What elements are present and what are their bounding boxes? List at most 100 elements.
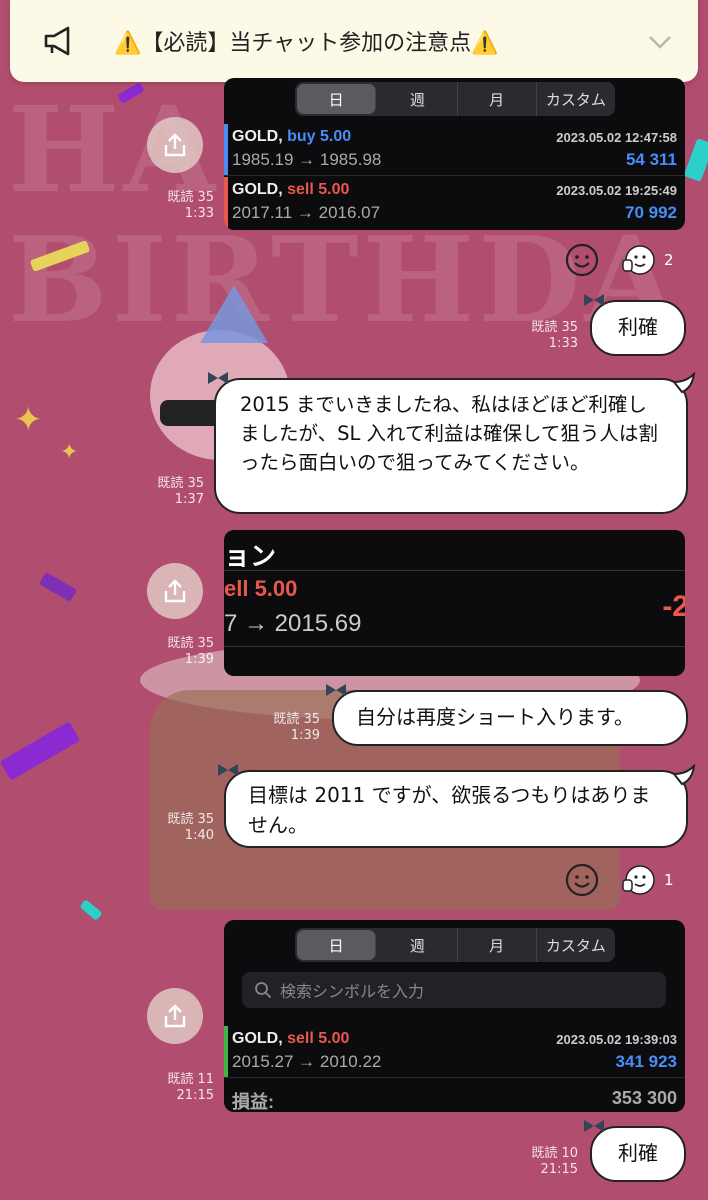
message-time: 1:39 (184, 652, 214, 667)
tab-custom: カスタム (545, 937, 606, 955)
share-button[interactable] (147, 117, 203, 173)
trade-datetime: 2023.05.02 12:47:58 (556, 130, 677, 145)
share-button[interactable] (147, 563, 203, 619)
message-meta: 既読 35 1:39 (150, 636, 214, 668)
message-bubble[interactable]: 自分は再度ショート入ります。 (326, 684, 688, 746)
tab-month: 月 (458, 928, 537, 962)
search-icon (255, 982, 272, 999)
trade-pnl: 54 311 (625, 150, 677, 169)
message-meta: 既読 35 1:40 (150, 812, 214, 844)
trade-prices: 2017.11 → 2016.07 (232, 203, 381, 222)
background-text-line2: BIRTHDA (8, 210, 681, 349)
trade-prices: 7 → 2015.69 (224, 610, 362, 637)
period-segment-control: 日 週 月 カスタム (295, 928, 615, 962)
period-segment-control: 日 週 月 カスタム (295, 82, 615, 116)
message-time: 1:37 (174, 492, 204, 507)
summary-value: 353 300 (611, 1088, 677, 1108)
message-text: 利確 (618, 1141, 658, 1165)
tab-week: 週 (378, 928, 458, 962)
add-reaction-icon[interactable] (564, 862, 600, 898)
message-meta: 既読 35 1:33 (514, 320, 578, 352)
message-time: 1:33 (184, 206, 214, 221)
trade-symbol: GOLD, sell 5.00 (232, 1030, 350, 1047)
announcement-title: ⚠️【必読】当チャット参加の注意点⚠️ (114, 31, 499, 56)
reaction-count: 2 (664, 251, 674, 269)
symbol-search-field: 検索シンボルを入力 (242, 972, 666, 1008)
message-bubble[interactable]: 利確 (584, 1120, 686, 1182)
confetti (683, 138, 708, 182)
trade-side-bar (224, 124, 228, 175)
confetti (79, 899, 103, 921)
trade-row: GOLD, sell 5.00 2017.11 → 2016.07 2023.0… (224, 177, 685, 229)
read-receipt: 既読 10 (531, 1146, 578, 1161)
thumbs-up-sticker-icon[interactable] (620, 862, 656, 898)
message-text: 自分は再度ショート入ります。 (356, 705, 634, 729)
share-icon (164, 133, 186, 157)
message-text: 利確 (618, 315, 658, 339)
tab-month: 月 (458, 82, 537, 116)
read-receipt: 既読 35 (167, 190, 214, 205)
read-receipt: 既読 35 (167, 812, 214, 827)
screenshot-header: ョン (224, 541, 277, 571)
reaction-bar: 1 (564, 862, 674, 898)
share-icon (164, 579, 186, 603)
trade-row: GOLD, sell 5.00 2015.27 → 2010.22 2023.0… (224, 1026, 685, 1078)
message-bubble[interactable]: 2015 までいきましたね、私はほどほど利確しましたが、SL 入れて利益は確保し… (208, 372, 696, 514)
bow-decoration-icon (218, 764, 238, 776)
trade-prices: 2015.27 → 2010.22 (232, 1052, 382, 1071)
message-time: 1:40 (184, 828, 214, 843)
message-time: 1:33 (548, 336, 578, 351)
message-meta: 既読 35 1:33 (150, 190, 214, 222)
sparkle-icon: ✦ (14, 400, 43, 440)
confetti (38, 571, 78, 603)
bubble-tail (674, 372, 696, 394)
position-screenshot[interactable]: ョン ell 5.00 7 → 2015.69 -2 (224, 530, 685, 676)
trade-history-screenshot[interactable]: 日 週 月 カスタム GOLD, buy 5.00 1985.19 → 1985… (224, 78, 685, 230)
trade-pnl: -2 (662, 590, 685, 623)
bow-decoration-icon (208, 372, 228, 384)
read-receipt: 既読 11 (167, 1072, 214, 1087)
read-receipt: 既読 35 (531, 320, 578, 335)
announcement-banner[interactable]: ⚠️【必読】当チャット参加の注意点⚠️ (10, 0, 698, 82)
message-meta: 既読 35 1:37 (140, 476, 204, 508)
thumbs-up-sticker-icon[interactable] (620, 242, 656, 278)
trade-pnl: 70 992 (625, 203, 677, 222)
message-bubble[interactable]: 目標は 2011 ですが、欲張るつもりはありません。 (218, 764, 696, 848)
message-text: 2015 までいきましたね、私はほどほど利確しましたが、SL 入れて利益は確保し… (240, 393, 658, 474)
trade-symbol: GOLD, buy 5.00 (232, 128, 352, 145)
trade-history-screenshot[interactable]: 日 週 月 カスタム 検索シンボルを入力 GOLD, sell 5.00 201… (224, 920, 685, 1112)
party-hat-illustration (200, 285, 268, 343)
trade-side: ell 5.00 (224, 576, 298, 601)
trade-pnl: 341 923 (615, 1052, 677, 1071)
trade-side-bar (224, 1026, 228, 1077)
tab-week: 週 (378, 82, 458, 116)
megaphone-icon (44, 26, 70, 56)
divider (224, 646, 685, 647)
sparkle-icon: ✦ (60, 440, 79, 465)
add-reaction-icon[interactable] (564, 242, 600, 278)
message-meta: 既読 11 21:15 (150, 1072, 214, 1104)
read-receipt: 既読 35 (167, 636, 214, 651)
search-placeholder: 検索シンボルを入力 (280, 984, 425, 1001)
bubble-tail (674, 764, 696, 786)
read-receipt: 既読 35 (157, 476, 204, 491)
message-meta: 既読 35 1:39 (256, 712, 320, 744)
chevron-down-icon[interactable] (646, 27, 674, 55)
summary-label: 損益: (232, 1092, 274, 1112)
share-button[interactable] (147, 988, 203, 1044)
tab-day: 日 (297, 930, 377, 960)
trade-datetime: 2023.05.02 19:39:03 (556, 1032, 677, 1047)
share-icon (164, 1004, 186, 1028)
trade-datetime: 2023.05.02 19:25:49 (556, 183, 677, 198)
divider (224, 570, 685, 571)
tab-day: 日 (297, 84, 377, 114)
message-meta: 既読 10 21:15 (514, 1146, 578, 1178)
confetti (0, 721, 81, 781)
reaction-count: 1 (664, 871, 674, 889)
message-time: 21:15 (540, 1162, 578, 1177)
message-time: 21:15 (176, 1088, 214, 1103)
message-text: 目標は 2011 ですが、欲張るつもりはありません。 (248, 783, 651, 837)
message-bubble[interactable]: 利確 (584, 294, 686, 356)
read-receipt: 既読 35 (273, 712, 320, 727)
bow-decoration-icon (584, 1120, 604, 1132)
